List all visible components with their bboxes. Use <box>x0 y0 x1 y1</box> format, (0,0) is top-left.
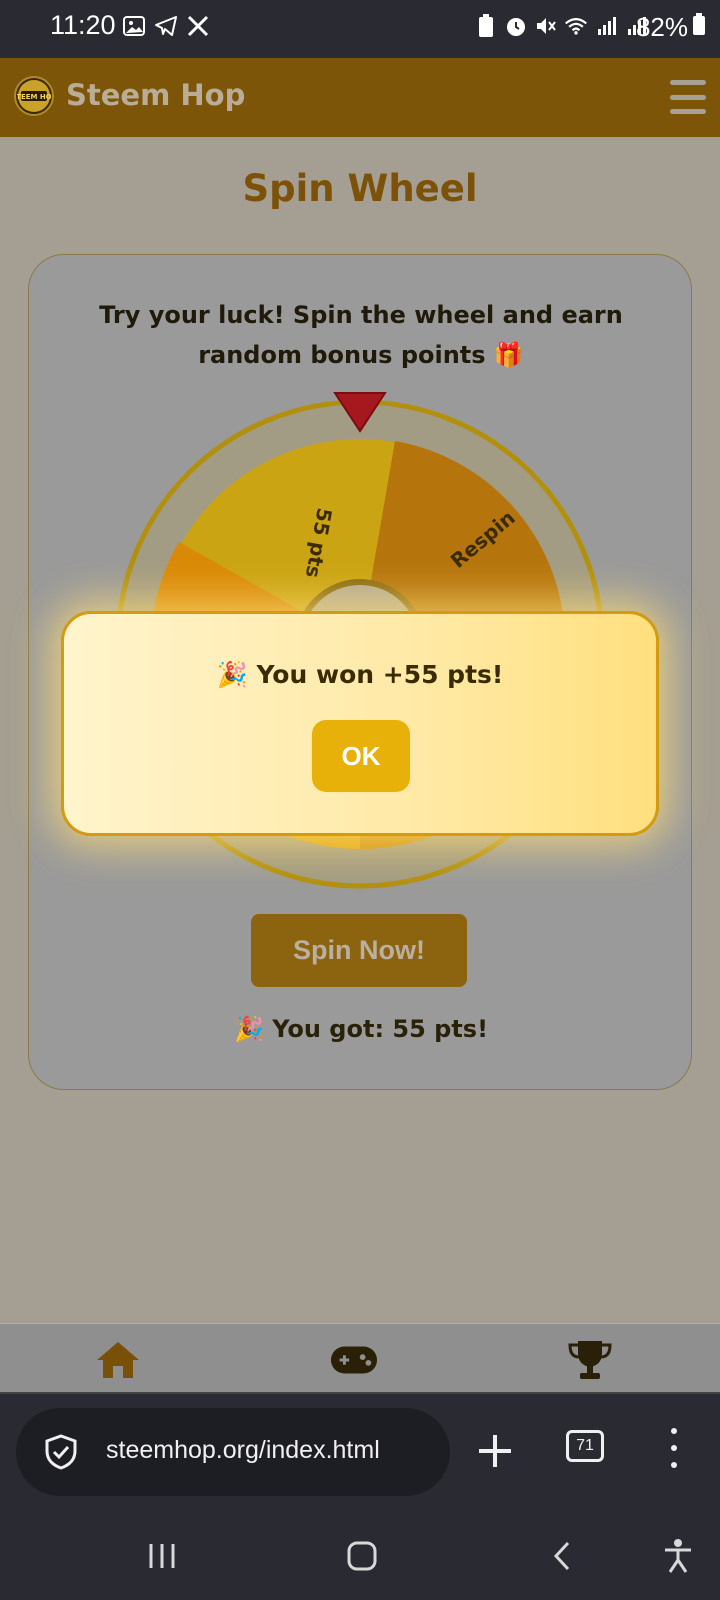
back-icon[interactable] <box>540 1534 584 1578</box>
home-button-icon[interactable] <box>340 1534 384 1578</box>
app-header: STEEM HOP Steem Hop <box>0 58 720 137</box>
address-bar[interactable]: steemhop.org/index.html <box>16 1408 450 1496</box>
x-icon <box>186 14 210 38</box>
alarm-icon <box>504 14 528 38</box>
tab-count-button[interactable]: 71 <box>566 1430 604 1462</box>
status-notification-icons <box>122 14 210 38</box>
svg-text:STEEM HOP: STEEM HOP <box>17 93 51 101</box>
wifi-icon <box>564 14 588 38</box>
system-navigation-bar <box>0 1512 720 1600</box>
mute-icon <box>534 14 558 38</box>
gallery-icon <box>122 14 146 38</box>
more-options-icon[interactable] <box>664 1428 684 1468</box>
status-bar: 11:20 82% <box>0 0 720 58</box>
recent-apps-icon[interactable] <box>140 1534 184 1578</box>
battery-icon <box>692 12 706 43</box>
status-time: 11:20 <box>50 10 116 40</box>
win-popup-dialog: 🎉 You won +55 pts! OK <box>61 611 659 836</box>
browser-toolbar: steemhop.org/index.html 71 <box>0 1392 720 1512</box>
new-tab-plus-icon[interactable] <box>476 1432 514 1470</box>
steem-hop-logo[interactable]: STEEM HOP <box>14 76 54 116</box>
telegram-icon <box>154 14 178 38</box>
battery-indicator: 82% <box>636 12 706 43</box>
shield-check-icon[interactable] <box>42 1433 80 1471</box>
status-system-icons <box>474 14 648 38</box>
hamburger-menu-icon[interactable] <box>670 80 706 114</box>
popup-message: 🎉 You won +55 pts! <box>216 660 504 689</box>
url-text[interactable]: steemhop.org/index.html <box>106 1436 380 1465</box>
brand-name[interactable]: Steem Hop <box>66 78 245 112</box>
accessibility-icon[interactable] <box>656 1534 700 1578</box>
ok-button[interactable]: OK <box>312 720 410 792</box>
battery-saver-icon <box>474 14 498 38</box>
signal-icon <box>594 14 618 38</box>
battery-percent: 82% <box>635 12 688 42</box>
